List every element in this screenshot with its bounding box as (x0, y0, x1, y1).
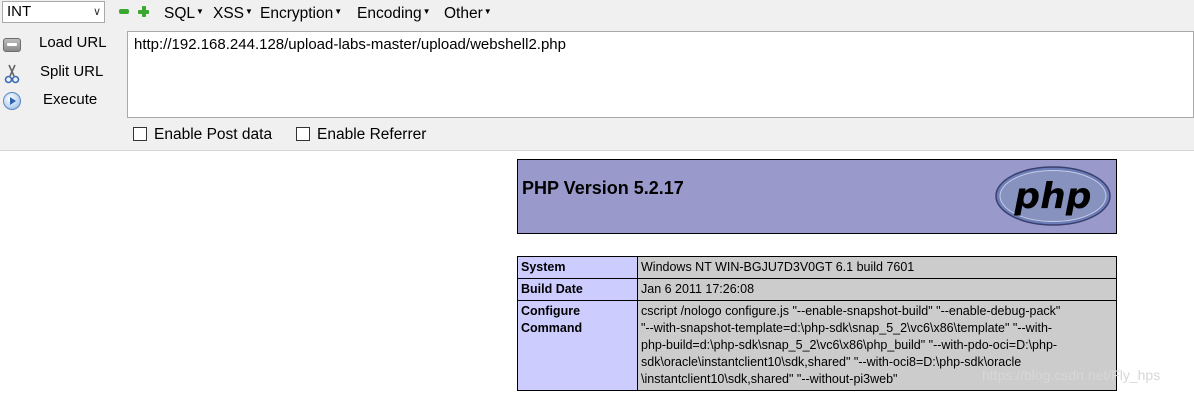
dropdown-caret-icon: ▼ (422, 7, 431, 16)
row-value: Jan 6 2011 17:26:08 (637, 278, 1117, 301)
url-input-value: http://192.168.244.128/upload-labs-maste… (134, 36, 566, 53)
load-url-button[interactable]: Load URL (0, 31, 120, 57)
execute-button[interactable]: Execute (0, 88, 120, 114)
load-url-icon (3, 38, 21, 52)
checkbox-box[interactable] (133, 127, 147, 141)
php-logo[interactable]: php (994, 165, 1112, 227)
php-version-header: PHP Version 5.2.17 php (517, 159, 1117, 234)
chevron-down-icon: ∨ (92, 6, 101, 18)
menu-xss-label: XSS (213, 5, 245, 22)
row-key: Build Date (517, 278, 638, 301)
row-key-line: Command (521, 321, 583, 335)
php-version-title: PHP Version 5.2.17 (522, 178, 684, 198)
url-input[interactable]: http://192.168.244.128/upload-labs-maste… (127, 31, 1194, 118)
menu-xss[interactable]: XSS▼ (213, 3, 253, 23)
row-value: Windows NT WIN-BGJU7D3V0GT 6.1 build 760… (637, 256, 1117, 279)
execute-label: Execute (43, 91, 98, 108)
row-key: Configure Command (517, 300, 638, 391)
plus-icon[interactable] (138, 6, 149, 17)
menu-sql-label: SQL (164, 5, 196, 22)
split-url-button[interactable]: Split URL (0, 60, 120, 86)
row-value-line: cscript /nologo configure.js "--enable-s… (641, 304, 1061, 318)
checkbox-box[interactable] (296, 127, 310, 141)
scissors-icon (3, 64, 21, 84)
menu-sql[interactable]: SQL▼ (164, 3, 204, 23)
menu-encoding-label: Encoding (357, 5, 422, 22)
type-select-value: INT (7, 3, 32, 20)
split-url-label: Split URL (40, 63, 104, 80)
menu-other[interactable]: Other▼ (444, 3, 492, 23)
hackbar-toolbar: INT ∨ SQL▼ XSS▼ Encryption▼ Encoding▼ Ot… (0, 0, 1194, 151)
row-value-line: "--with-snapshot-template=d:\php-sdk\sna… (641, 321, 1053, 335)
menu-encryption[interactable]: Encryption▼ (260, 3, 342, 23)
row-key-line: Configure (521, 304, 581, 318)
enable-referrer-label: Enable Referrer (317, 126, 427, 143)
enable-referrer-checkbox[interactable]: Enable Referrer (296, 126, 426, 144)
minus-icon[interactable] (118, 6, 129, 17)
row-key: System (517, 256, 638, 279)
php-logo-text: php (1013, 176, 1091, 217)
dropdown-caret-icon: ▼ (245, 7, 253, 16)
menu-encoding[interactable]: Encoding▼ (357, 3, 431, 23)
play-icon (3, 92, 21, 110)
dropdown-caret-icon: ▼ (334, 7, 343, 16)
row-value-line: php-build=d:\php-sdk\snap_5_2\vc6\x86\ph… (641, 338, 1058, 352)
table-row: Build Date Jan 6 2011 17:26:08 (517, 278, 1117, 301)
watermark: https://blog.csdn.net/Fly_hps (982, 367, 1161, 383)
menu-encryption-label: Encryption (260, 5, 334, 22)
enable-post-checkbox[interactable]: Enable Post data (133, 126, 272, 144)
load-url-label: Load URL (39, 34, 107, 51)
dropdown-caret-icon: ▼ (483, 7, 492, 16)
table-row: System Windows NT WIN-BGJU7D3V0GT 6.1 bu… (517, 256, 1117, 279)
type-select[interactable]: INT ∨ (2, 1, 105, 23)
menu-other-label: Other (444, 5, 483, 22)
dropdown-caret-icon: ▼ (196, 7, 204, 16)
enable-post-label: Enable Post data (154, 126, 273, 143)
